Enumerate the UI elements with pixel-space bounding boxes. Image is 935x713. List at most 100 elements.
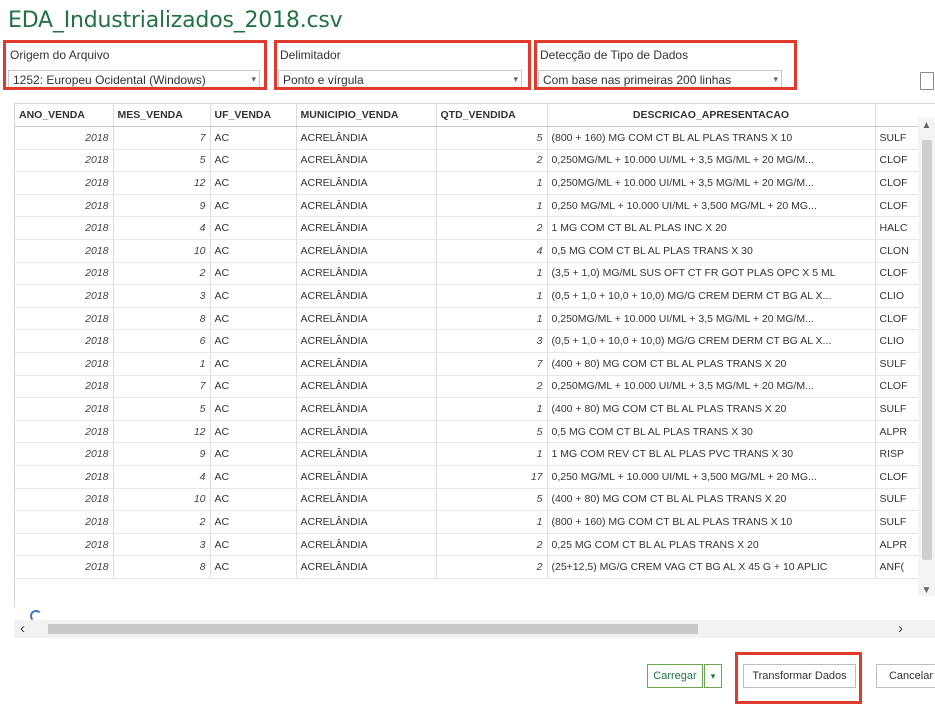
table-cell: ACRELÂNDIA xyxy=(296,171,437,195)
table-row: 2018 9 AC ACRELÂNDIA 1 1 MG COM REV CT BL AL … xyxy=(15,442,935,466)
table-cell: ACRELÂNDIA xyxy=(296,465,437,489)
table-cell: AC xyxy=(210,171,297,195)
table-cell: 1 xyxy=(436,262,548,286)
table-cell: ACRELÂNDIA xyxy=(296,510,437,534)
table-cell: 17 xyxy=(436,465,548,489)
vertical-scrollbar[interactable]: ▲ ▼ xyxy=(918,118,935,596)
table-cell: AC xyxy=(210,375,297,399)
table-cell: 2018 xyxy=(15,375,114,399)
table-cell: 1 MG COM REV CT BL AL PLAS PVC TRANS X 3… xyxy=(547,442,876,466)
table-row: 2018 7 AC ACRELÂNDIA 5 (800 + 160) MG COM CT … xyxy=(15,126,935,150)
type-detection-value: Com base nas primeiras 200 linhas xyxy=(543,73,732,87)
table-cell: 4 xyxy=(113,465,211,489)
horizontal-scrollbar[interactable]: ‹ › xyxy=(14,620,935,638)
table-cell: ACRELÂNDIA xyxy=(296,239,437,263)
table-cell: 9 xyxy=(113,194,211,218)
table-cell: ACRELÂNDIA xyxy=(296,262,437,286)
table-cell: 2018 xyxy=(15,284,114,308)
table-cell: 1 xyxy=(436,194,548,218)
table-row: 2018 8 AC ACRELÂNDIA 2 (25+12,5) MG/G CREM VA… xyxy=(15,555,935,579)
table-cell: (800 + 160) MG COM CT BL AL PLAS TRANS X… xyxy=(547,510,876,534)
table-cell: AC xyxy=(210,442,297,466)
table-cell: 2018 xyxy=(15,126,114,150)
load-dropdown-button[interactable]: ▾ xyxy=(704,664,722,688)
table-cell: 1 MG COM CT BL AL PLAS INC X 20 xyxy=(547,216,876,241)
table-cell: 2018 xyxy=(15,239,114,263)
scroll-left-icon[interactable]: ‹ xyxy=(20,620,25,638)
column-header[interactable]: QTD_VENDIDA xyxy=(436,104,548,128)
table-cell: ACRELÂNDIA xyxy=(296,329,437,354)
delimiter-select[interactable]: Ponto e vírgula ▾ xyxy=(278,70,522,90)
table-row: 2018 5 AC ACRELÂNDIA 2 0,250MG/ML + 10.000 UI… xyxy=(15,149,935,173)
column-header[interactable]: DESCRICAO_APRESENTACAO xyxy=(547,104,876,128)
table-cell: 3 xyxy=(113,284,211,308)
table-cell: ACRELÂNDIA xyxy=(296,397,437,421)
table-cell: AC xyxy=(210,555,297,579)
table-cell: 0,25 MG COM CT BL AL PLAS TRANS X 20 xyxy=(547,533,876,557)
table-cell: AC xyxy=(210,397,297,421)
table-row: 2018 4 AC ACRELÂNDIA 17 0,250 MG/ML + 10.000 … xyxy=(15,465,935,489)
table-cell: AC xyxy=(210,307,297,331)
scroll-right-icon[interactable]: › xyxy=(898,620,903,638)
table-cell: ACRELÂNDIA xyxy=(296,352,437,376)
table-cell: 1 xyxy=(436,397,548,421)
table-cell: 9 xyxy=(113,442,211,466)
table-cell: (400 + 80) MG COM CT BL AL PLAS TRANS X … xyxy=(547,397,876,421)
table-cell: 2018 xyxy=(15,533,114,557)
table-cell: 2018 xyxy=(15,307,114,331)
table-cell: AC xyxy=(210,352,297,376)
load-button[interactable]: Carregar xyxy=(647,664,703,688)
table-row: 2018 1 AC ACRELÂNDIA 7 (400 + 80) MG COM CT B… xyxy=(15,352,935,376)
table-cell: 2018 xyxy=(15,171,114,195)
cancel-button[interactable]: Cancelar xyxy=(876,664,935,688)
delimiter-value: Ponto e vírgula xyxy=(283,73,364,87)
table-cell: 2018 xyxy=(15,442,114,466)
table-cell: 2018 xyxy=(15,510,114,534)
scroll-down-icon[interactable]: ▼ xyxy=(918,585,935,596)
table-cell: ACRELÂNDIA xyxy=(296,194,437,218)
table-row: 2018 8 AC ACRELÂNDIA 1 0,250MG/ML + 10.000 UI… xyxy=(15,307,935,331)
origin-select[interactable]: 1252: Europeu Ocidental (Windows) ▾ xyxy=(8,70,260,90)
table-cell: 8 xyxy=(113,307,211,331)
table-cell: AC xyxy=(210,194,297,218)
scroll-up-icon[interactable]: ▲ xyxy=(918,120,935,131)
table-row: 2018 6 AC ACRELÂNDIA 3 (0,5 + 1,0 + 10,0 + 10… xyxy=(15,329,935,354)
table-cell: 10 xyxy=(113,239,211,263)
column-header[interactable]: UF_VENDA xyxy=(210,104,297,128)
table-cell: 0,250 MG/ML + 10.000 UI/ML + 3,500 MG/ML… xyxy=(547,465,876,489)
horizontal-scroll-thumb[interactable] xyxy=(48,624,698,634)
type-detection-label: Detecção de Tipo de Dados xyxy=(540,48,689,62)
table-cell: 1 xyxy=(436,307,548,331)
column-header[interactable]: ANO_VENDA xyxy=(15,104,114,128)
chevron-down-icon: ▾ xyxy=(773,74,778,84)
table-cell: 7 xyxy=(436,352,548,376)
table-cell: 0,250MG/ML + 10.000 UI/ML + 3,5 MG/ML + … xyxy=(547,149,876,173)
vertical-scroll-thumb[interactable] xyxy=(922,140,932,560)
table-cell: 4 xyxy=(113,216,211,241)
page-icon[interactable] xyxy=(920,72,934,90)
table-cell: 2018 xyxy=(15,465,114,489)
table-cell: 2 xyxy=(436,375,548,399)
table-row: 2018 3 AC ACRELÂNDIA 2 0,25 MG COM CT BL AL P… xyxy=(15,533,935,557)
table-row: 2018 10 AC ACRELÂNDIA 4 0,5 MG COM CT BL AL P… xyxy=(15,239,935,263)
table-cell: 12 xyxy=(113,420,211,444)
table-cell: ACRELÂNDIA xyxy=(296,216,437,241)
header-row: ANO_VENDA MES_VENDA UF_VENDA MUNICIPIO_V… xyxy=(15,104,935,128)
column-header[interactable]: MES_VENDA xyxy=(113,104,211,128)
table-cell: 1 xyxy=(113,352,211,376)
type-detection-select[interactable]: Com base nas primeiras 200 linhas ▾ xyxy=(538,70,782,90)
table-cell: 5 xyxy=(436,420,548,444)
table-cell: 12 xyxy=(113,171,211,195)
table-cell: AC xyxy=(210,239,297,263)
transform-data-button[interactable]: Transformar Dados xyxy=(743,664,856,688)
column-header[interactable]: MUNICIPIO_VENDA xyxy=(296,104,437,128)
table-row: 2018 9 AC ACRELÂNDIA 1 0,250 MG/ML + 10.000 U… xyxy=(15,194,935,218)
table-cell: (400 + 80) MG COM CT BL AL PLAS TRANS X … xyxy=(547,352,876,376)
table-cell: AC xyxy=(210,510,297,534)
data-preview: ANO_VENDA MES_VENDA UF_VENDA MUNICIPIO_V… xyxy=(14,103,935,607)
table-cell: 2018 xyxy=(15,555,114,579)
preview-table: ANO_VENDA MES_VENDA UF_VENDA MUNICIPIO_V… xyxy=(15,104,935,579)
table-cell: 6 xyxy=(113,329,211,354)
table-cell: AC xyxy=(210,262,297,286)
table-cell: 1 xyxy=(436,442,548,466)
